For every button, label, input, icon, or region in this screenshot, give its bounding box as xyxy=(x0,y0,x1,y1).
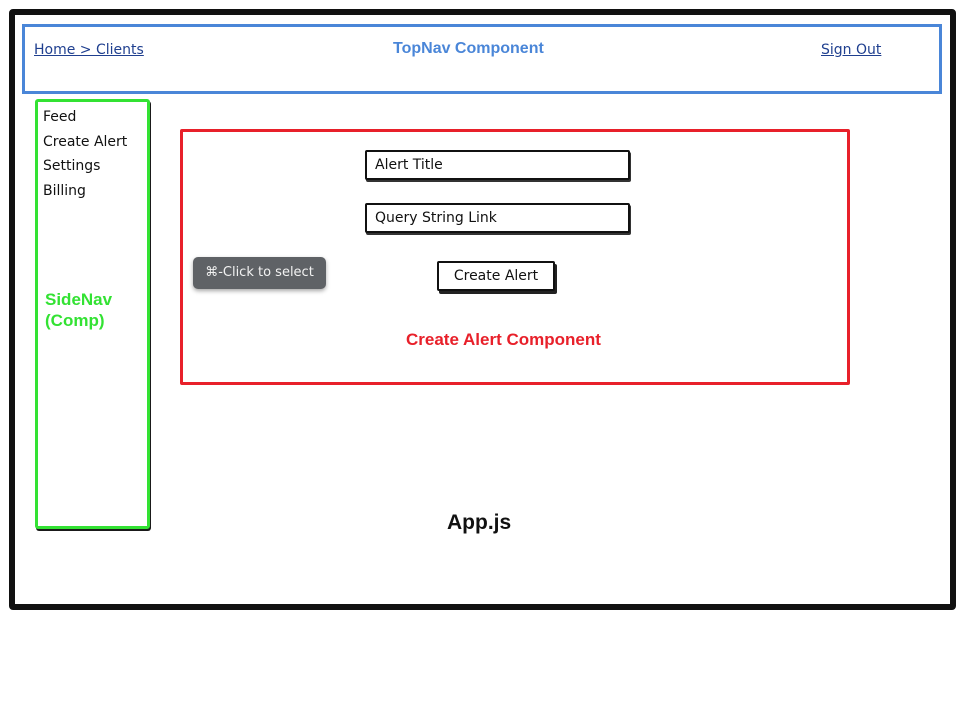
sidebar-item-create-alert[interactable]: Create Alert xyxy=(43,130,127,155)
sidenav-component: Feed Create Alert Settings Billing SideN… xyxy=(35,99,150,529)
topnav-component: Home > Clients TopNav Component Sign Out xyxy=(22,24,942,94)
sign-out-link[interactable]: Sign Out xyxy=(821,42,881,58)
app-frame: Home > Clients TopNav Component Sign Out… xyxy=(9,9,956,610)
alert-title-field[interactable]: Alert Title xyxy=(365,150,630,180)
sidenav-label-line2: (Comp) xyxy=(45,311,105,330)
sidenav-label-line1: SideNav xyxy=(45,290,113,309)
sidebar-item-settings[interactable]: Settings xyxy=(43,154,127,179)
create-alert-component: Alert Title Query String Link ⌘-Click to… xyxy=(180,129,850,385)
query-string-link-field[interactable]: Query String Link xyxy=(365,203,630,233)
sidebar-item-billing[interactable]: Billing xyxy=(43,179,127,204)
topnav-title: TopNav Component xyxy=(393,40,544,57)
create-alert-button[interactable]: Create Alert xyxy=(437,261,555,291)
sidenav-component-label: SideNav (Comp) xyxy=(45,289,112,331)
create-alert-component-label: Create Alert Component xyxy=(406,330,601,349)
breadcrumb[interactable]: Home > Clients xyxy=(34,42,144,58)
click-to-select-tooltip[interactable]: ⌘-Click to select xyxy=(193,257,326,289)
app-js-label: App.js xyxy=(447,511,512,534)
sidebar-item-feed[interactable]: Feed xyxy=(43,105,127,130)
sidenav-list: Feed Create Alert Settings Billing xyxy=(43,105,127,203)
